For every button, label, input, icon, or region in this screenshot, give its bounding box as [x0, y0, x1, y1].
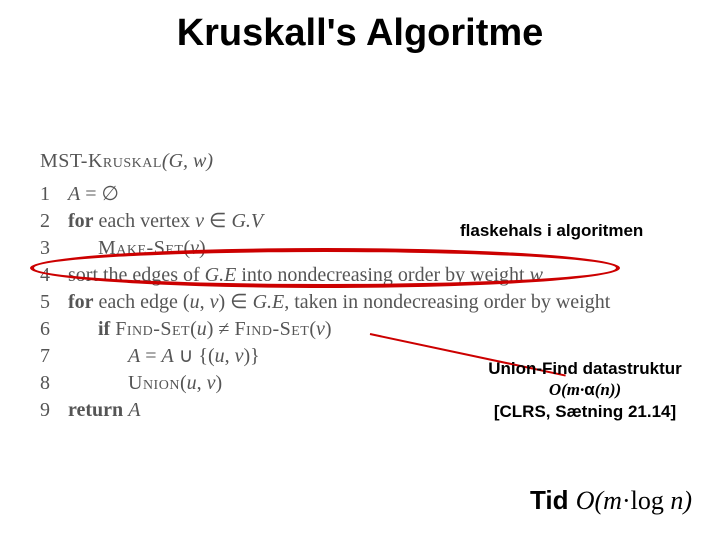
slide-title: Kruskall's Algoritme — [0, 12, 720, 55]
annotation-bottleneck: flaskehals i algoritmen — [460, 220, 643, 241]
slide: Kruskall's Algoritme MST-Kruskal(G, w) 1… — [0, 0, 720, 540]
uf-post: (n)) — [595, 380, 621, 399]
algo-line: 6 if Find-Set(u) ≠ Find-Set(v) — [40, 316, 610, 343]
uf-alpha: α — [584, 380, 594, 399]
function-args: (G, w) — [162, 150, 213, 172]
time-label: Tid — [530, 485, 576, 515]
algo-line: 1 A = ∅ — [40, 181, 610, 208]
uf-pre: O(m· — [549, 380, 584, 399]
line-number: 1 — [40, 181, 68, 208]
line-number: 9 — [40, 397, 68, 424]
highlight-ellipse — [30, 248, 620, 288]
time-complexity: Tid O(m·log n) — [530, 485, 692, 516]
line-number: 6 — [40, 316, 68, 343]
var-m: m — [603, 486, 622, 515]
line-number: 2 — [40, 208, 68, 235]
line-code: A = ∅ — [68, 181, 610, 208]
line-number: 8 — [40, 370, 68, 397]
big-o: O — [576, 486, 595, 515]
annotation-unionfind-l3: [CLRS, Sætning 21.14] — [470, 401, 700, 422]
annotation-unionfind-l2: O(m·α(n)) — [470, 379, 700, 400]
function-name: MST-Kruskal — [40, 150, 162, 172]
algorithm-header: MST-Kruskal(G, w) — [40, 148, 610, 175]
annotation-unionfind-l1: Union-Find datastruktur — [470, 358, 700, 379]
line-number: 5 — [40, 289, 68, 316]
annotation-unionfind: Union-Find datastruktur O(m·α(n)) [CLRS,… — [470, 358, 700, 422]
dot-log: ·log — [622, 486, 670, 515]
line-code: if Find-Set(u) ≠ Find-Set(v) — [68, 316, 610, 343]
paren-close: ) — [683, 486, 692, 515]
line-number: 7 — [40, 343, 68, 370]
algo-line: 5 for each edge (u, v) ∈ G.E, taken in n… — [40, 289, 610, 316]
var-n: n — [670, 486, 683, 515]
paren-open: ( — [594, 486, 603, 515]
line-code: for each edge (u, v) ∈ G.E, taken in non… — [68, 289, 610, 316]
